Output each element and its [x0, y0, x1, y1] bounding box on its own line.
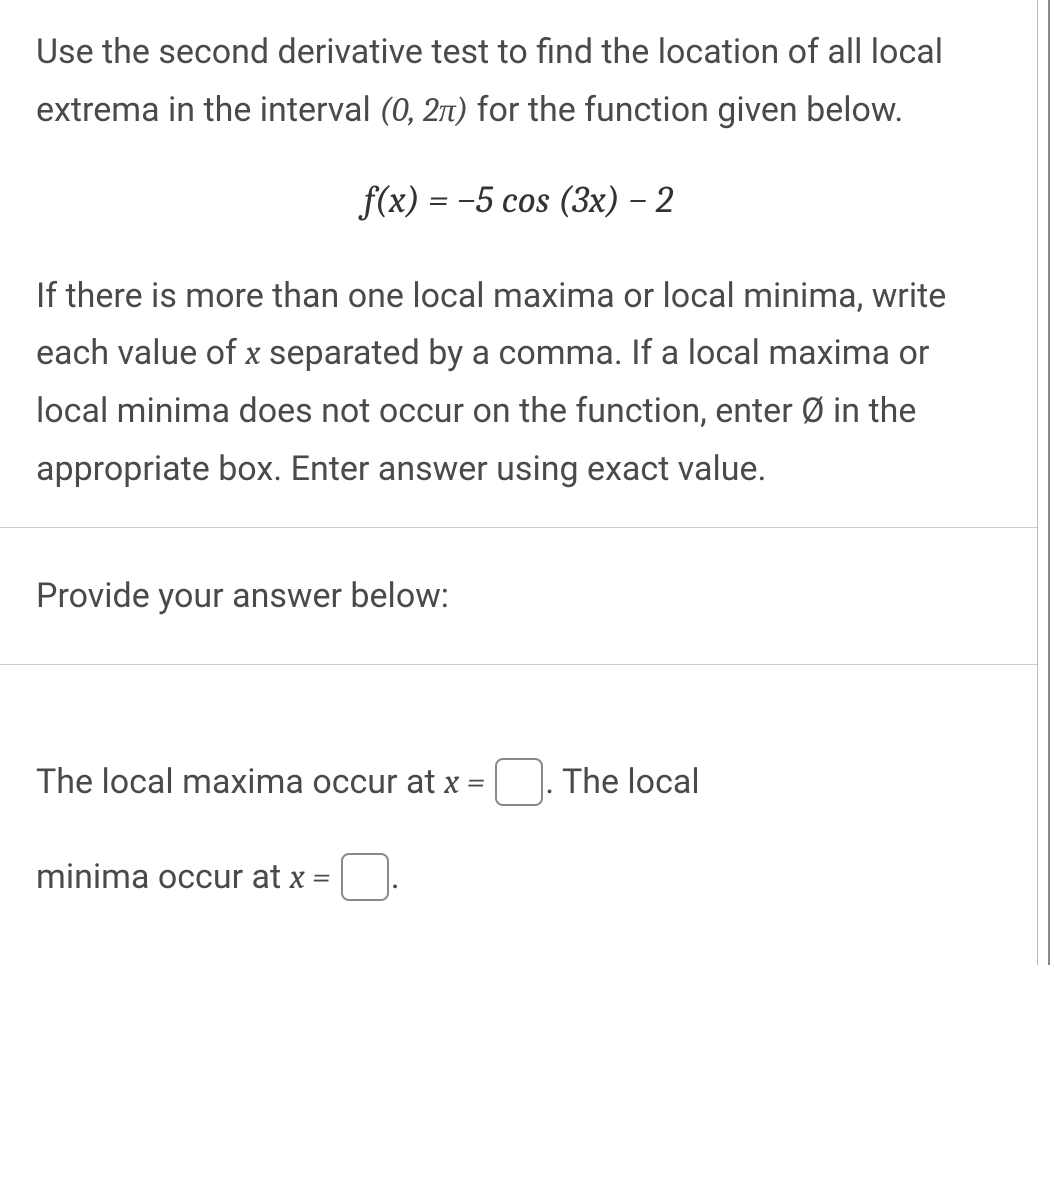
- question-section: Use the second derivative test to find t…: [0, 0, 1037, 528]
- q-interval: (0, 2π): [379, 90, 468, 130]
- maxima-pre: The local maxima occur at: [36, 762, 444, 802]
- minima-post: .: [391, 857, 400, 897]
- x-equals-1: x =: [444, 762, 485, 802]
- maxima-post: . The local: [545, 762, 699, 802]
- question-text-1: Use the second derivative test to find t…: [36, 24, 1001, 140]
- provide-answer-label: Provide your answer below:: [36, 576, 1001, 616]
- q-part1-post: for the function given below.: [468, 90, 903, 130]
- var-x: x: [245, 333, 260, 373]
- answer-line: The local maxima occur at x = . The loca…: [36, 735, 1001, 925]
- x-equals-2: x =: [290, 857, 331, 897]
- answer-section: The local maxima occur at x = . The loca…: [0, 665, 1037, 965]
- prompt-section: Provide your answer below:: [0, 528, 1037, 665]
- question-text-2: If there is more than one local maxima o…: [36, 268, 1001, 499]
- minima-pre: minima occur at: [36, 857, 290, 897]
- minima-input[interactable]: [341, 853, 389, 901]
- equation-text: f(x) = −5 cos (3x) − 2: [364, 178, 673, 222]
- equation-block: f(x) = −5 cos (3x) − 2: [36, 178, 1001, 222]
- maxima-input[interactable]: [495, 758, 543, 806]
- empty-set-symbol: Ø: [801, 391, 824, 431]
